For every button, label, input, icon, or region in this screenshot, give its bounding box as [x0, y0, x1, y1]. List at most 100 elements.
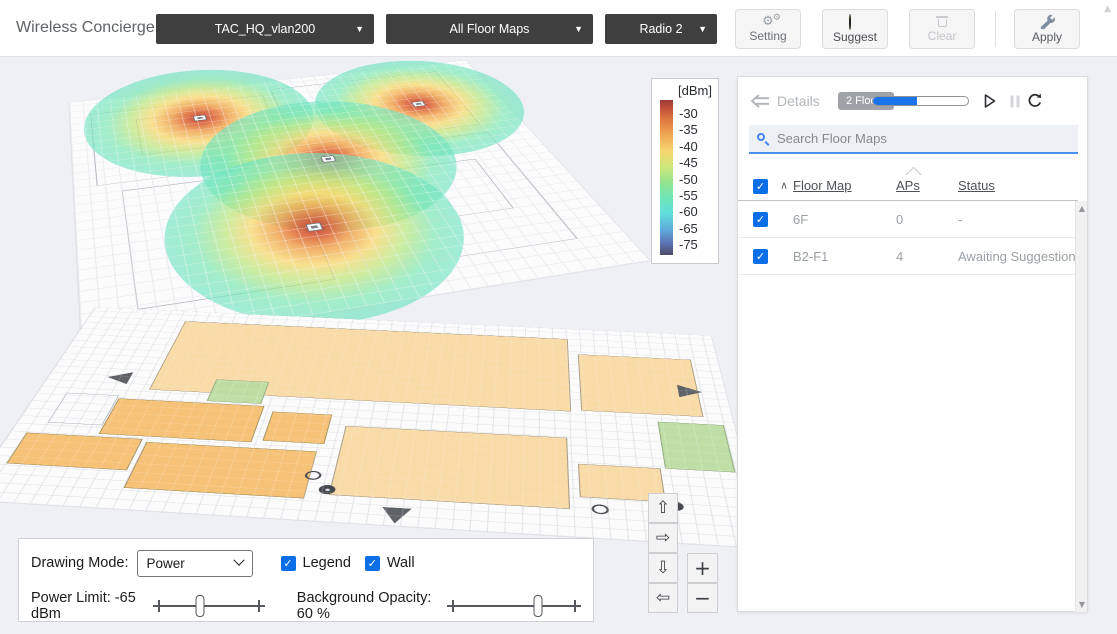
- play-icon: [984, 94, 996, 108]
- signal-legend: [dBm] -30 -35 -40 -45 -50 -55 -60 -65 -7…: [651, 78, 719, 264]
- play-button[interactable]: [981, 92, 999, 110]
- gear-icon: ⚙⚙: [762, 16, 774, 28]
- trash-icon: [936, 15, 948, 28]
- collapse-notch[interactable]: [905, 166, 923, 175]
- table-scrollbar[interactable]: ▲ ▼: [1075, 201, 1087, 612]
- pan-right-button[interactable]: ⇨: [648, 523, 678, 553]
- floor-maps-dropdown[interactable]: All Floor Maps ▼: [386, 14, 593, 44]
- wall-checkbox[interactable]: [365, 556, 380, 571]
- apply-button-label: Apply: [1032, 30, 1062, 44]
- sort-ascending-icon: ∧: [780, 179, 788, 192]
- details-panel: Details 2 Floors: [737, 76, 1088, 612]
- radio-dropdown[interactable]: Radio 2 ▼: [605, 14, 717, 44]
- legend-ticks: -30 -35 -40 -45 -50 -55 -60 -65 -75: [679, 100, 698, 255]
- pan-up-button[interactable]: ⇧: [648, 493, 678, 523]
- drawing-mode-value: Power: [147, 556, 185, 571]
- caret-down-icon: ▼: [355, 24, 364, 34]
- setting-button[interactable]: ⚙⚙ Setting: [735, 9, 801, 49]
- background-opacity-slider[interactable]: [447, 594, 581, 618]
- search-icon: [757, 133, 769, 145]
- top-toolbar: Wireless Concierge TAC_HQ_vlan200 ▼ All …: [0, 0, 1117, 57]
- floor-map-canvas[interactable]: [dBm] -30 -35 -40 -45 -50 -55 -60 -65 -7…: [0, 58, 1117, 634]
- details-collapse-button[interactable]: Details: [750, 93, 820, 109]
- floor-map-column-header[interactable]: Floor Map: [793, 178, 852, 193]
- wrench-icon: [1039, 14, 1055, 29]
- aps-cell: 0: [896, 212, 903, 227]
- floor-map-cell: B2-F1: [793, 249, 828, 264]
- lightbulb-icon: [849, 15, 861, 29]
- legend-tick: -50: [679, 172, 698, 188]
- wall-checkbox-label: Wall: [387, 555, 415, 571]
- legend-tick: -30: [679, 106, 698, 122]
- pause-icon: [1010, 95, 1020, 108]
- legend-gradient-bar: [660, 100, 673, 255]
- map-controls-panel: Drawing Mode: Power Legend Wall Power Li…: [18, 538, 594, 622]
- background-opacity-label: Background Opacity: 60 %: [297, 590, 441, 622]
- legend-tick: -40: [679, 139, 698, 155]
- scroll-up-icon[interactable]: ▲: [1076, 204, 1088, 213]
- drawing-mode-select[interactable]: Power: [137, 550, 253, 577]
- suggest-button[interactable]: Suggest: [822, 9, 888, 49]
- details-panel-header: Details 2 Floors: [738, 77, 1087, 125]
- legend-title: [dBm]: [660, 83, 712, 98]
- status-column-header[interactable]: Status: [958, 178, 995, 193]
- floor-table-row[interactable]: 6F 0 -: [738, 201, 1078, 238]
- radio-dropdown-value: Radio 2: [639, 22, 682, 36]
- drawing-mode-label: Drawing Mode:: [31, 555, 129, 571]
- status-cell: Awaiting Suggestion: [958, 249, 1076, 264]
- aps-cell: 4: [896, 249, 903, 264]
- floors-progress-bar[interactable]: [872, 96, 969, 106]
- suggest-button-label: Suggest: [833, 30, 877, 44]
- floor-map-cell: 6F: [793, 212, 808, 227]
- legend-tick: -45: [679, 155, 698, 171]
- zoom-out-button[interactable]: −: [687, 583, 718, 613]
- pan-down-button[interactable]: ⇩: [648, 553, 678, 583]
- legend-checkbox[interactable]: [281, 556, 296, 571]
- legend-tick: -55: [679, 188, 698, 204]
- floor-table-header: ∧ Floor Map APs Status: [738, 173, 1078, 201]
- power-limit-slider-thumb[interactable]: [196, 595, 205, 617]
- clear-button-label: Clear: [928, 29, 957, 43]
- background-opacity-slider-thumb[interactable]: [534, 595, 543, 617]
- power-limit-slider[interactable]: [153, 594, 265, 618]
- collapse-arrow-icon: [750, 94, 770, 108]
- legend-tick: -35: [679, 122, 698, 138]
- app-title: Wireless Concierge: [16, 19, 155, 37]
- floor-table-row[interactable]: B2-F1 4 Awaiting Suggestion: [738, 238, 1078, 275]
- page-scroll-up-icon[interactable]: ▲: [1104, 4, 1111, 14]
- legend-tick: -60: [679, 204, 698, 220]
- chevron-down-icon: [233, 555, 244, 566]
- details-title: Details: [777, 93, 820, 109]
- caret-down-icon: ▼: [574, 24, 583, 34]
- clear-button[interactable]: Clear: [909, 9, 975, 49]
- legend-checkbox-label: Legend: [303, 555, 351, 571]
- status-cell: -: [958, 212, 962, 227]
- search-box: [749, 125, 1078, 154]
- caret-down-icon: ▼: [698, 24, 707, 34]
- network-dropdown-value: TAC_HQ_vlan200: [215, 22, 316, 36]
- scroll-down-icon[interactable]: ▼: [1076, 600, 1088, 609]
- legend-tick: -75: [679, 237, 698, 253]
- select-all-checkbox[interactable]: [753, 179, 768, 194]
- toolbar-divider: [995, 11, 996, 47]
- floor-map-6f-heatmap: [15, 48, 625, 268]
- wall-checkbox-group[interactable]: Wall: [365, 555, 415, 571]
- refresh-icon: [1027, 93, 1043, 109]
- legend-tick: -65: [679, 221, 698, 237]
- floor-maps-dropdown-value: All Floor Maps: [450, 22, 530, 36]
- floor-map-b2f1-plan: [10, 283, 745, 518]
- floors-progress-fill: [873, 97, 917, 105]
- apply-button[interactable]: Apply: [1014, 9, 1080, 49]
- pause-button[interactable]: [1006, 92, 1024, 110]
- pan-left-button[interactable]: ⇦: [648, 583, 678, 613]
- power-limit-label: Power Limit: -65 dBm: [31, 590, 147, 622]
- search-input[interactable]: [777, 131, 1070, 146]
- zoom-in-button[interactable]: +: [687, 553, 718, 583]
- network-dropdown[interactable]: TAC_HQ_vlan200 ▼: [156, 14, 374, 44]
- aps-column-header[interactable]: APs: [896, 178, 920, 193]
- legend-checkbox-group[interactable]: Legend: [281, 555, 351, 571]
- refresh-button[interactable]: [1026, 92, 1044, 110]
- row-checkbox[interactable]: [753, 249, 768, 264]
- setting-button-label: Setting: [749, 29, 786, 43]
- row-checkbox[interactable]: [753, 212, 768, 227]
